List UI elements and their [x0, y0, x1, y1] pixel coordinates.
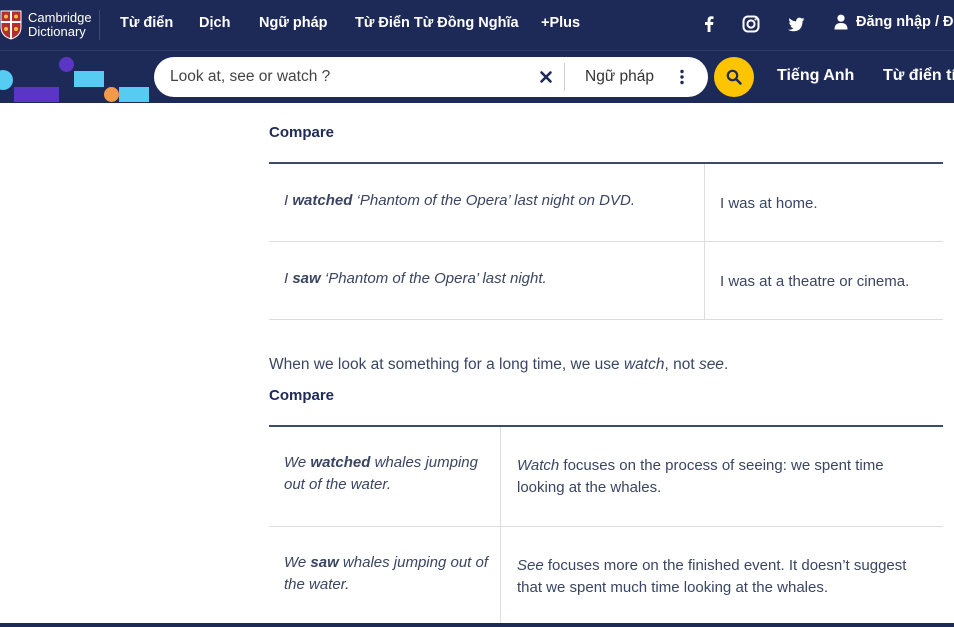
note-term: Watch — [517, 457, 560, 474]
compare-heading-2: Compare — [269, 387, 335, 404]
nav-divider — [99, 10, 100, 40]
decorative-shapes — [0, 51, 150, 104]
search-divider — [564, 63, 565, 91]
note-cell: I was at a theatre or cinema. — [704, 242, 943, 319]
deco-cyan-rect — [74, 71, 104, 87]
login-link[interactable]: Đăng nhập / Đ — [834, 14, 953, 30]
note-cell: See focuses more on the finished event. … — [500, 527, 943, 627]
login-label: Đăng nhập / Đ — [856, 14, 954, 30]
nav-link-translate[interactable]: Dịch — [199, 15, 230, 31]
example-text: We — [284, 554, 311, 571]
table-row: We watched whales jumping out of the wat… — [269, 427, 943, 527]
search-box: Ngữ pháp — [154, 57, 708, 97]
facebook-icon[interactable] — [699, 14, 719, 34]
nav-link-grammar[interactable]: Ngữ pháp — [259, 15, 328, 31]
deco-purple-circle — [59, 57, 74, 72]
example-cell: I watched ‘Phantom of the Opera’ last ni… — [269, 164, 704, 241]
logo-line-1: Cambridge — [28, 10, 92, 25]
paragraph-text: When we look at something for a long tim… — [269, 356, 624, 373]
example-cell: I saw ‘Phantom of the Opera’ last night. — [269, 242, 704, 319]
table-row: We saw whales jumping out of the water. … — [269, 527, 943, 627]
paragraph-term: see — [698, 356, 724, 373]
example-keyword: saw — [292, 270, 321, 287]
bottom-border — [0, 623, 954, 627]
example-text: We — [284, 454, 311, 471]
table-row: I saw ‘Phantom of the Opera’ last night.… — [269, 242, 943, 320]
paragraph-term: watch — [623, 356, 665, 373]
deco-purple-rect — [14, 87, 59, 102]
example-cell: We watched whales jumping out of the wat… — [269, 427, 500, 526]
note-text: focuses on the process of seeing: we spe… — [517, 457, 884, 496]
compare-heading-1: Compare — [269, 124, 335, 141]
search-bar-area: Ngữ pháp Tiếng Anh Từ điển tí — [0, 50, 954, 103]
more-options-icon[interactable] — [680, 69, 684, 85]
compare-table-2: We watched whales jumping out of the wat… — [269, 425, 943, 627]
compare-table-1: I watched ‘Phantom of the Opera’ last ni… — [269, 162, 943, 320]
note-text: focuses more on the finished event. It d… — [517, 557, 907, 596]
example-text: ‘Phantom of the Opera’ last night. — [320, 270, 547, 287]
example-keyword: watched — [310, 454, 371, 471]
search-button[interactable] — [714, 57, 754, 97]
lang-link-english[interactable]: Tiếng Anh — [777, 67, 854, 85]
paragraph-text: , not — [664, 356, 699, 373]
table-row: I watched ‘Phantom of the Opera’ last ni… — [269, 164, 943, 242]
top-navigation: Cambridge Dictionary Từ điển Dịch Ngữ ph… — [0, 0, 954, 50]
example-keyword: saw — [310, 554, 339, 571]
clear-icon[interactable] — [539, 70, 553, 84]
note-term: See — [517, 557, 544, 574]
deco-orange-circle — [104, 87, 119, 102]
search-icon — [726, 69, 742, 85]
note-cell: Watch focuses on the process of seeing: … — [500, 427, 943, 526]
paragraph-text: . — [723, 356, 729, 373]
lang-link-dictionary[interactable]: Từ điển tí — [883, 67, 954, 85]
logo-text: Cambridge Dictionary — [28, 11, 92, 39]
nav-link-plus[interactable]: +Plus — [541, 15, 580, 31]
deco-cyan-rect-2 — [119, 87, 149, 102]
logo-line-2: Dictionary — [28, 24, 86, 39]
instagram-icon[interactable] — [741, 14, 761, 34]
user-icon — [834, 14, 848, 30]
note-cell: I was at home. — [704, 164, 943, 241]
example-keyword: watched — [292, 192, 353, 209]
example-text: ‘Phantom of the Opera’ last night on DVD… — [352, 192, 636, 209]
cambridge-shield-icon — [0, 10, 22, 40]
nav-link-dictionary[interactable]: Từ điển — [120, 15, 173, 31]
twitter-icon[interactable] — [786, 14, 806, 34]
deco-cyan-circle — [0, 70, 13, 90]
search-input[interactable] — [170, 57, 530, 97]
example-cell: We saw whales jumping out of the water. — [269, 527, 500, 627]
nav-link-thesaurus[interactable]: Từ Điển Từ Đồng Nghĩa — [355, 15, 519, 31]
explanation-paragraph: When we look at something for a long tim… — [269, 356, 728, 374]
search-scope-selector[interactable]: Ngữ pháp — [585, 68, 654, 86]
cambridge-dictionary-logo[interactable]: Cambridge Dictionary — [0, 7, 92, 43]
